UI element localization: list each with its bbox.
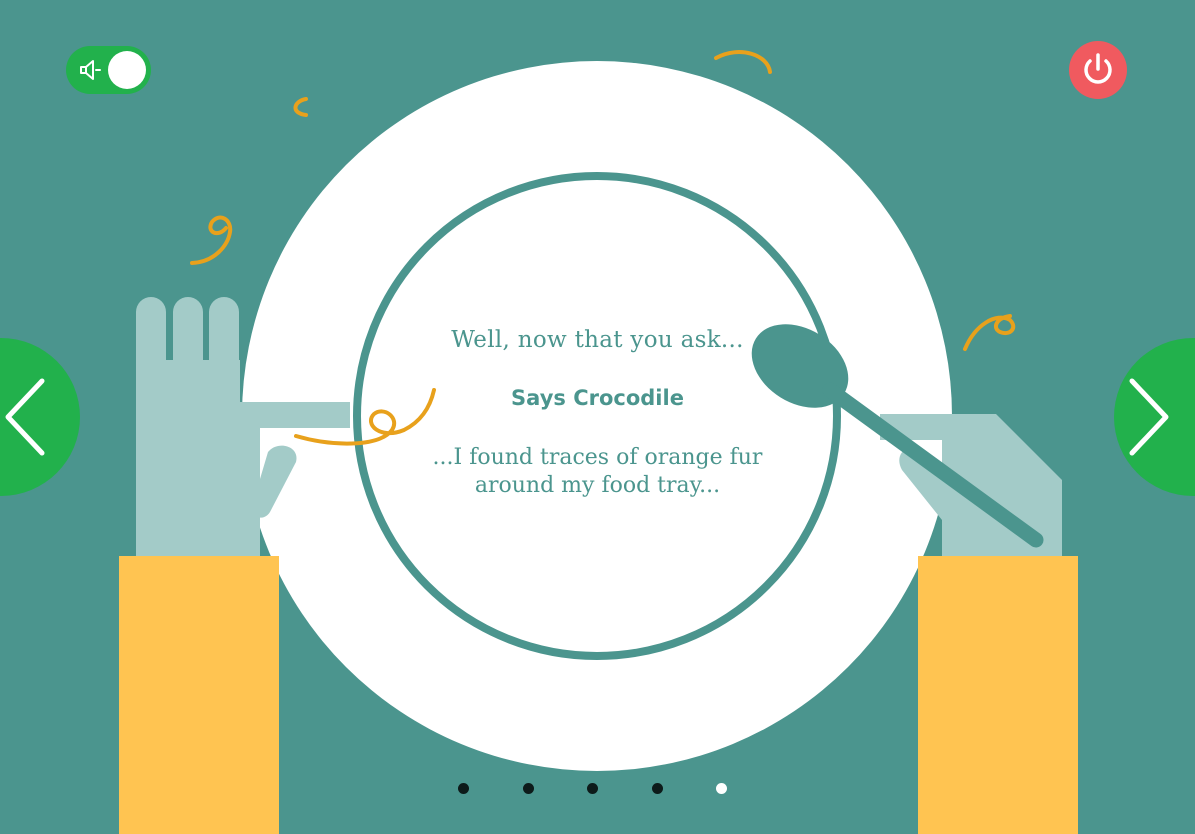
power-icon [1084, 53, 1112, 84]
fur-strand-left [190, 215, 233, 265]
power-button[interactable] [1069, 41, 1127, 99]
pagination-dot[interactable] [523, 783, 534, 794]
dinner-scene [119, 50, 1078, 834]
fur-strand-top [714, 50, 772, 74]
chevron-right-icon [1129, 378, 1169, 456]
dialogue-intro: Well, now that you ask... [451, 327, 744, 353]
speaker-icon [80, 60, 101, 80]
pagination-dot[interactable] [716, 783, 727, 794]
game-stage: Well, now that you ask... Says Crocodile… [0, 0, 1195, 834]
left-sleeve [119, 556, 279, 834]
speaker-name: Says Crocodile [511, 386, 684, 410]
chevron-left-icon [5, 378, 45, 456]
right-sleeve [918, 556, 1078, 834]
toggle-knob [108, 51, 146, 89]
fur-strand-right [963, 314, 1016, 351]
pagination-dot[interactable] [458, 783, 469, 794]
fur-strand-small [293, 97, 308, 117]
sound-toggle[interactable] [66, 46, 151, 94]
dialogue-quote: ...I found traces of orange fur around m… [430, 444, 765, 500]
quote-line-1: ...I found traces of orange fur [432, 445, 763, 470]
pagination-dot[interactable] [587, 783, 598, 794]
pagination-dot[interactable] [652, 783, 663, 794]
quote-line-2: around my food tray... [474, 473, 721, 498]
